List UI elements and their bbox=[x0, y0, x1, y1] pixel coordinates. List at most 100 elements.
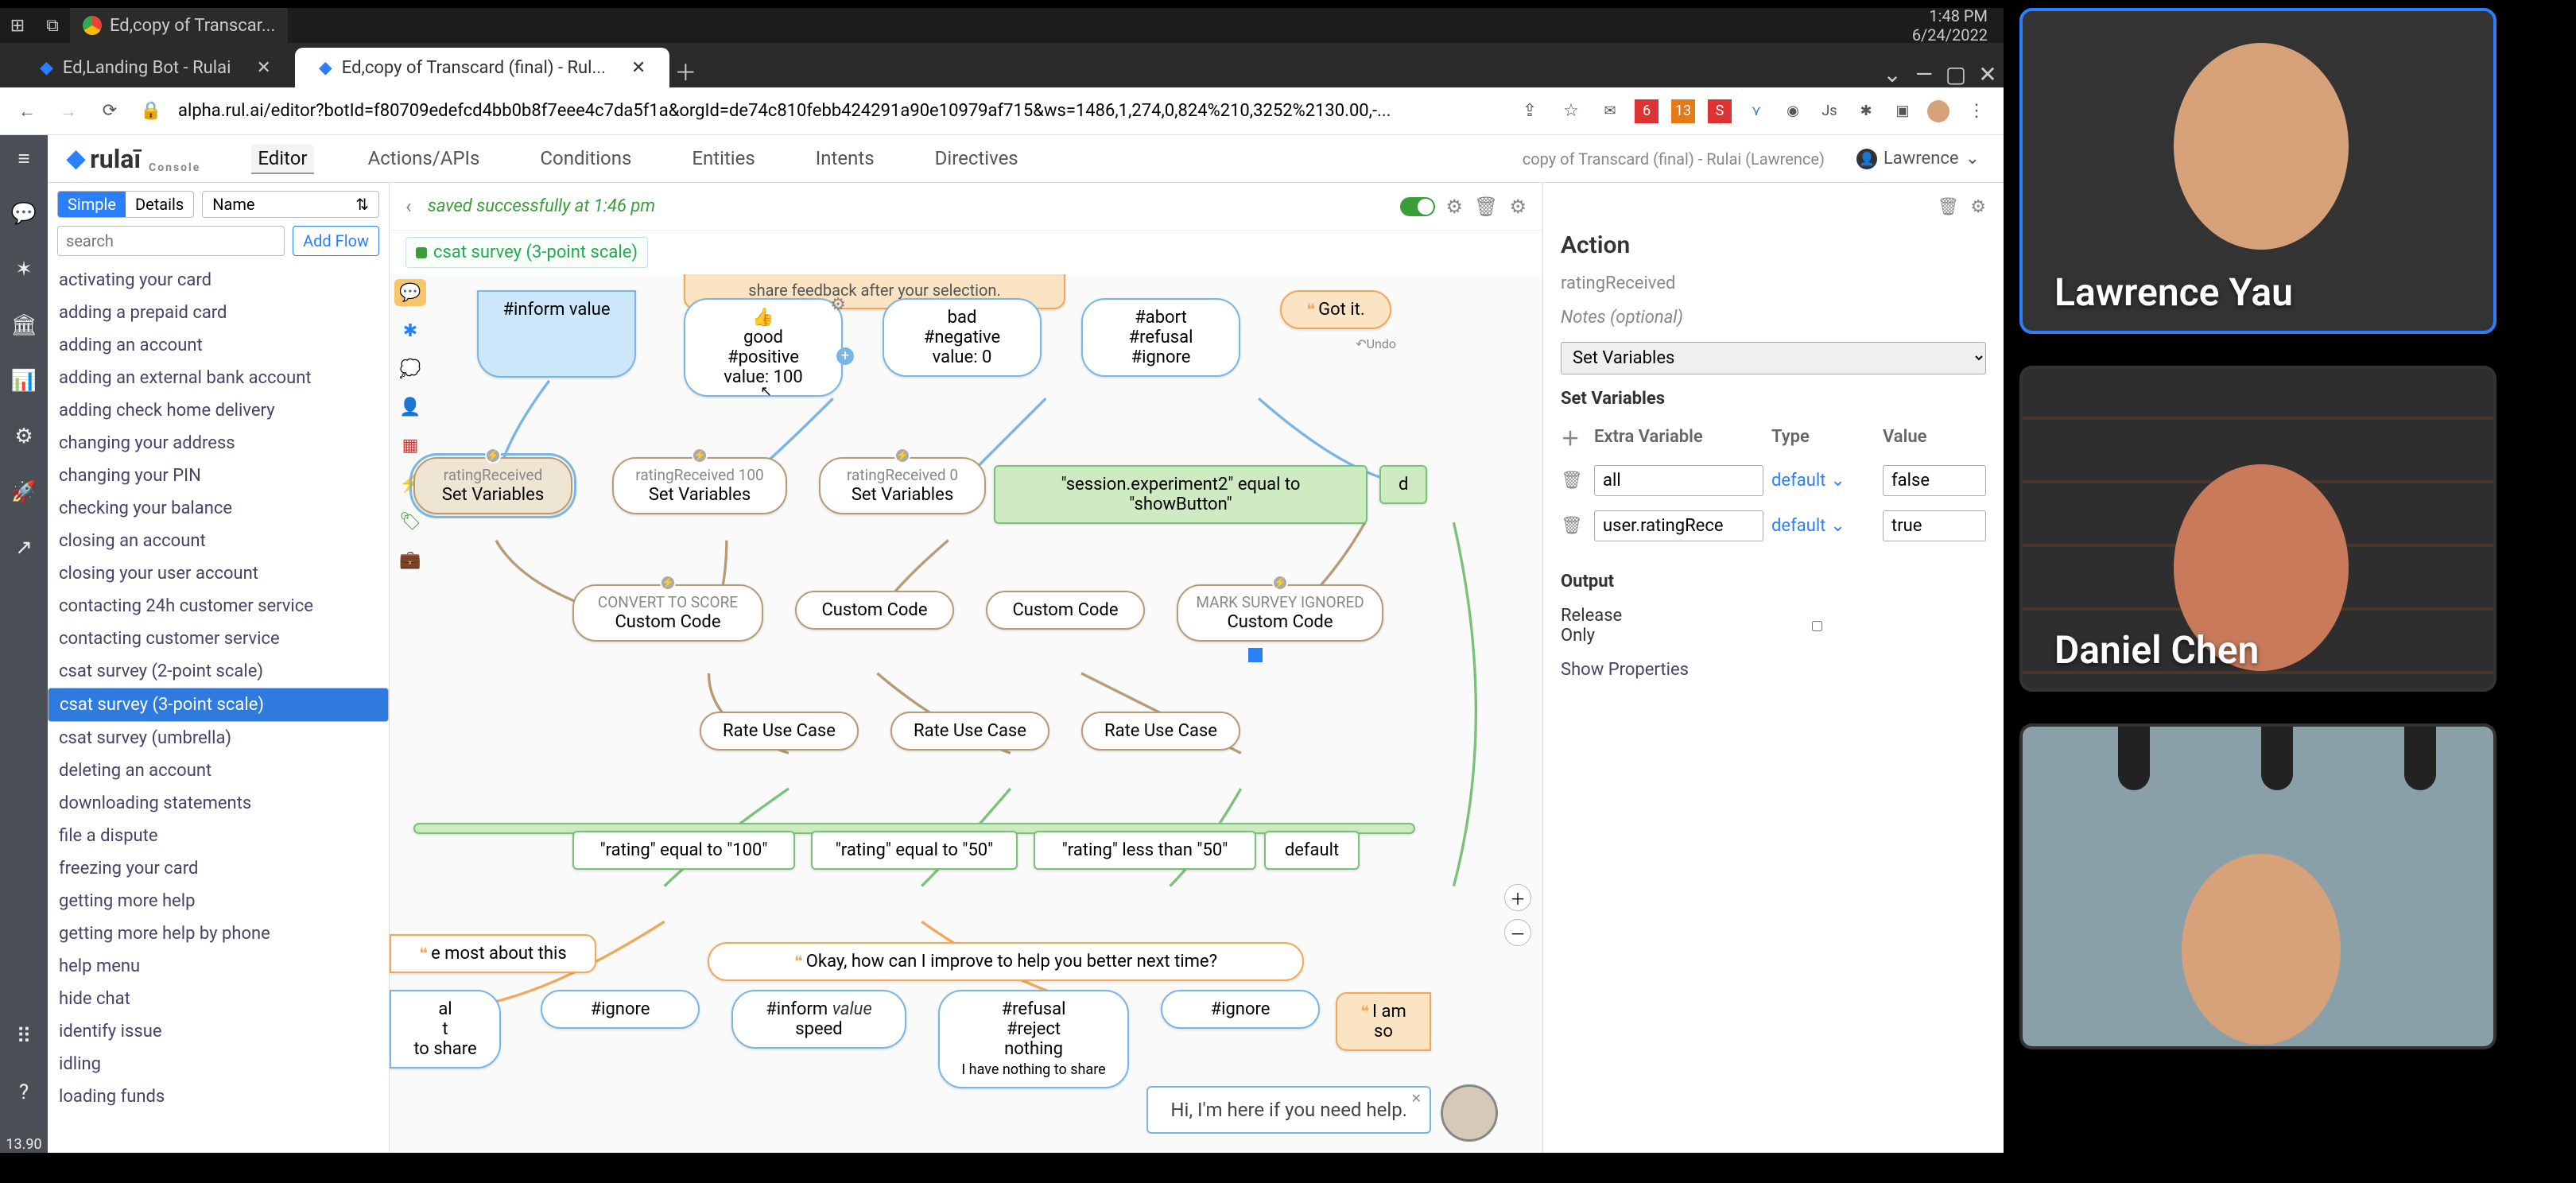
var-name-input[interactable] bbox=[1594, 510, 1763, 541]
add-branch-icon[interactable]: + bbox=[836, 347, 854, 365]
rocket-icon[interactable]: 🚀 bbox=[11, 480, 37, 512]
enabled-toggle[interactable] bbox=[1400, 197, 1435, 216]
release-checkbox-input[interactable] bbox=[1648, 621, 1986, 631]
flow-list-item[interactable]: loading funds bbox=[48, 1080, 389, 1113]
flow-list-item[interactable]: csat survey (umbrella) bbox=[48, 722, 389, 754]
settings-icon[interactable]: ⚙ bbox=[14, 425, 33, 456]
flow-list-item[interactable]: idling bbox=[48, 1048, 389, 1080]
nav-intents[interactable]: Intents bbox=[809, 144, 881, 174]
node-msg-iamso[interactable]: ❝I am so bbox=[1336, 992, 1431, 1051]
add-flow-button[interactable]: Add Flow bbox=[293, 226, 379, 256]
palette-star-icon[interactable]: ✱ bbox=[394, 317, 426, 344]
user-menu[interactable]: 👤 Lawrence ⌄ bbox=[1856, 149, 1980, 169]
ext-red-icon[interactable]: 6 bbox=[1635, 99, 1658, 123]
nav-actions[interactable]: Actions/APIs bbox=[362, 144, 487, 174]
delete-row-icon[interactable]: 🗑 bbox=[1561, 471, 1586, 491]
chart-icon[interactable]: 📊 bbox=[11, 369, 37, 401]
ext-orange-icon[interactable]: 13 bbox=[1671, 99, 1695, 123]
flow-list-item[interactable]: deleting an account bbox=[48, 754, 389, 787]
flow-list-item[interactable]: identify issue bbox=[48, 1015, 389, 1048]
canvas-gear-icon[interactable]: ⚙ bbox=[1446, 196, 1464, 218]
minimize-icon[interactable]: — bbox=[1908, 61, 1940, 87]
chat-icon[interactable]: 💬 bbox=[11, 202, 37, 234]
assistant-avatar-icon[interactable] bbox=[1441, 1084, 1498, 1142]
close-icon[interactable]: ✕ bbox=[1411, 1091, 1422, 1106]
flow-list-item[interactable]: downloading statements bbox=[48, 787, 389, 820]
node-intent-good[interactable]: ⚙ 👍 good #positive value: 100 ↖ + bbox=[684, 298, 843, 397]
mode-toggle[interactable]: Simple Details bbox=[57, 191, 194, 218]
palette-briefcase-icon[interactable]: 💼 bbox=[394, 546, 426, 573]
node-set-variables-0[interactable]: ⚡ ratingReceived 0 Set Variables bbox=[819, 457, 986, 514]
flow-list-item[interactable]: changing your PIN bbox=[48, 460, 389, 492]
node-custom-code-3[interactable]: Custom Code bbox=[986, 591, 1145, 630]
flow-list[interactable]: activating your cardadding a prepaid car… bbox=[48, 264, 389, 1153]
taskbar-app-chrome[interactable]: Ed,copy of Transcar... bbox=[70, 8, 288, 43]
palette-tag-icon[interactable]: 🏷 bbox=[394, 508, 426, 535]
windows-start-icon[interactable]: ⊞ bbox=[0, 16, 35, 36]
sort-select[interactable]: Name ⇅ bbox=[202, 191, 379, 218]
node-convert-to-score[interactable]: ⚡ CONVERT TO SCORE Custom Code bbox=[572, 584, 763, 642]
flow-list-item[interactable]: contacting customer service bbox=[48, 623, 389, 655]
palette-comment-icon[interactable]: 💭 bbox=[394, 355, 426, 382]
flow-list-item[interactable]: changing your address bbox=[48, 427, 389, 460]
canvas-delete-icon[interactable]: 🗑 bbox=[1474, 196, 1498, 218]
flow-list-item[interactable]: freezing your card bbox=[48, 852, 389, 885]
flow-list-item[interactable]: adding a prepaid card bbox=[48, 297, 389, 329]
node-intent-refusal[interactable]: #refusal #reject nothing I have nothing … bbox=[938, 990, 1129, 1088]
undo-icon[interactable]: ↶Undo bbox=[1356, 336, 1396, 351]
maximize-icon[interactable]: ▢ bbox=[1940, 61, 1972, 87]
var-type-select[interactable]: default ⌄ bbox=[1771, 471, 1875, 491]
app-logo[interactable]: ◆ rulaī Console bbox=[48, 144, 219, 174]
flow-list-item[interactable]: file a dispute bbox=[48, 820, 389, 852]
video-tile-1[interactable]: Lawrence Yau bbox=[2019, 8, 2496, 334]
node-intent-inform-speed[interactable]: #inform value speed bbox=[731, 990, 906, 1049]
flow-search-input[interactable] bbox=[57, 226, 285, 256]
hamburger-icon[interactable]: ≡ bbox=[17, 146, 29, 178]
share-icon[interactable]: ⇪ bbox=[1515, 101, 1544, 121]
gear-mini-icon[interactable]: ⚙ bbox=[830, 295, 846, 315]
close-window-icon[interactable]: ✕ bbox=[1972, 61, 2004, 87]
canvas-back-icon[interactable]: ‹ bbox=[405, 195, 412, 219]
ext-blue-icon[interactable]: ⋎ bbox=[1744, 99, 1768, 123]
node-cond-rating-50[interactable]: "rating" equal to "50" bbox=[811, 831, 1018, 870]
zoom-in-icon[interactable]: ＋ bbox=[1504, 884, 1531, 911]
flow-list-item[interactable]: help menu bbox=[48, 950, 389, 983]
flow-list-item[interactable]: adding an external bank account bbox=[48, 362, 389, 394]
video-tile-2[interactable]: Daniel Chen bbox=[2019, 366, 2496, 692]
flow-list-item[interactable]: activating your card bbox=[48, 264, 389, 297]
release-only-checkbox[interactable]: Release Only bbox=[1561, 606, 1986, 646]
node-custom-code-2[interactable]: Custom Code bbox=[795, 591, 954, 630]
node-cond-experiment2[interactable]: "session.experiment2" equal to "showButt… bbox=[994, 465, 1368, 524]
flow-list-item[interactable]: closing an account bbox=[48, 525, 389, 557]
help-icon[interactable]: ? bbox=[19, 1080, 29, 1112]
node-set-variables-selected[interactable]: ⚡ ratingReceived Set Variables bbox=[413, 457, 572, 514]
node-set-variables-100[interactable]: ⚡ ratingReceived 100 Set Variables bbox=[612, 457, 787, 514]
node-mark-survey-ignored[interactable]: ⚡ MARK SURVEY IGNORED Custom Code bbox=[1177, 584, 1383, 642]
chrome-tab-inactive[interactable]: ◆ Ed,Landing Bot - Rulai ✕ bbox=[16, 48, 295, 87]
new-tab-button[interactable]: ＋ bbox=[669, 56, 701, 87]
node-inform-value[interactable]: #inform value bbox=[477, 290, 636, 378]
var-value-input[interactable] bbox=[1883, 465, 1986, 496]
task-view-icon[interactable]: ⧉ bbox=[35, 16, 70, 36]
building-icon[interactable]: 🏛 bbox=[10, 313, 37, 345]
chrome-menu-icon[interactable]: ⋮ bbox=[1962, 101, 1991, 121]
node-rate-3[interactable]: Rate Use Case bbox=[1081, 712, 1240, 751]
flow-list-item[interactable]: contacting 24h customer service bbox=[48, 590, 389, 623]
nav-conditions[interactable]: Conditions bbox=[533, 144, 638, 174]
node-rate-1[interactable]: Rate Use Case bbox=[700, 712, 859, 751]
zoom-out-icon[interactable]: － bbox=[1504, 919, 1531, 946]
ext-gray2-icon[interactable]: Js bbox=[1818, 99, 1841, 123]
flow-list-item[interactable]: getting more help bbox=[48, 885, 389, 917]
help-hint[interactable]: ✕ Hi, I'm here if you need help. bbox=[1146, 1086, 1431, 1134]
delete-row-icon[interactable]: 🗑 bbox=[1561, 516, 1586, 536]
gear-icon[interactable]: ✶ bbox=[15, 258, 33, 289]
node-intent-ignore-2[interactable]: #ignore bbox=[1161, 990, 1320, 1029]
node-cond-default[interactable]: default bbox=[1264, 831, 1360, 870]
ext-s-icon[interactable]: S bbox=[1708, 99, 1732, 123]
var-value-input[interactable] bbox=[1883, 510, 1986, 541]
bookmark-icon[interactable]: ☆ bbox=[1557, 101, 1585, 121]
close-tab-icon[interactable]: ✕ bbox=[631, 58, 646, 78]
var-name-input[interactable] bbox=[1594, 465, 1763, 496]
palette-user-icon[interactable]: 👤 bbox=[394, 394, 426, 421]
node-cond-rating-100[interactable]: "rating" equal to "100" bbox=[572, 831, 795, 870]
